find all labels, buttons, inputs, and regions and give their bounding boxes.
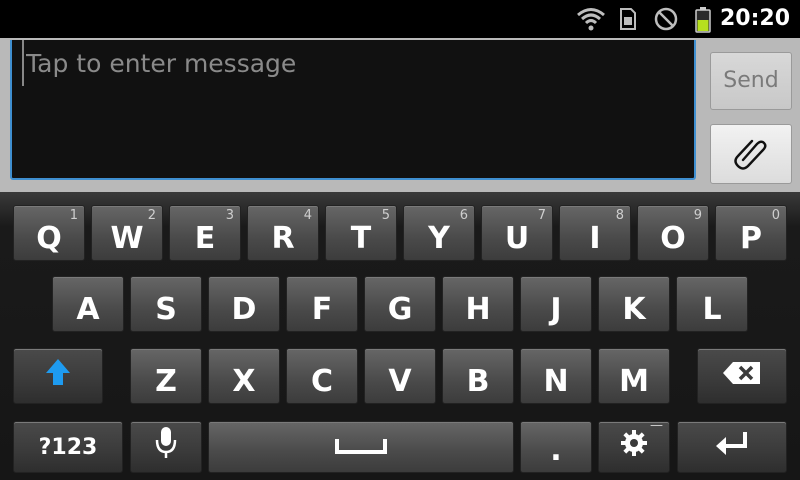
shift-arrow-icon	[44, 357, 72, 395]
key-label: C	[310, 364, 334, 399]
key-label: L	[702, 292, 722, 327]
key-label: X	[232, 364, 256, 399]
key-label: N	[543, 364, 569, 399]
key-i[interactable]: 8 I	[559, 205, 631, 261]
paperclip-icon	[733, 134, 769, 174]
key-b[interactable]: B	[442, 348, 514, 404]
key-o[interactable]: 9 O	[637, 205, 709, 261]
key-label: J	[550, 292, 562, 327]
clock: 20:20	[719, 6, 790, 31]
key-c[interactable]: C	[286, 348, 358, 404]
key-t[interactable]: 5 T	[325, 205, 397, 261]
backspace-icon	[721, 359, 763, 394]
key-d[interactable]: D	[208, 276, 280, 332]
key-label: H	[465, 292, 491, 327]
key-hint: 7	[537, 208, 546, 223]
key-label: Y	[428, 221, 450, 256]
key-label: T	[350, 221, 372, 256]
key-label: S	[155, 292, 177, 327]
key-e[interactable]: 3 E	[169, 205, 241, 261]
key-label: P	[740, 221, 762, 256]
key-l[interactable]: L	[676, 276, 748, 332]
period-key[interactable]: .	[520, 421, 592, 473]
sim-card-icon	[618, 6, 638, 36]
key-label: I	[589, 221, 601, 256]
key-m[interactable]: M	[598, 348, 670, 404]
shift-key[interactable]	[13, 348, 103, 404]
key-label: D	[231, 292, 257, 327]
key-hint: 0	[771, 208, 780, 223]
key-x[interactable]: X	[208, 348, 280, 404]
key-label: U	[504, 221, 530, 256]
key-label: .	[550, 433, 562, 468]
key-label: Q	[36, 221, 62, 256]
do-not-disturb-icon	[652, 6, 680, 38]
key-hint: 4	[303, 208, 312, 223]
key-label: A	[76, 292, 100, 327]
status-bar: 20:20	[0, 0, 800, 38]
key-hint: 2	[147, 208, 156, 223]
key-label: B	[466, 364, 490, 399]
key-r[interactable]: 4 R	[247, 205, 319, 261]
enter-key[interactable]	[677, 421, 787, 473]
enter-icon	[714, 429, 750, 465]
key-j[interactable]: J	[520, 276, 592, 332]
key-label: E	[194, 221, 216, 256]
wifi-icon	[576, 6, 606, 36]
key-label: M	[619, 364, 649, 399]
key-label: K	[622, 292, 646, 327]
battery-icon	[694, 6, 712, 38]
key-p[interactable]: 0 P	[715, 205, 787, 261]
key-label: O	[660, 221, 686, 256]
compose-bar: Send	[0, 38, 800, 192]
key-label: G	[387, 292, 413, 327]
key-hint: 3	[225, 208, 234, 223]
soft-keyboard: 1 Q 2 W 3 E 4 R 5 T 6 Y 7 U 8 I 9 O 0 P …	[0, 192, 800, 480]
key-hint: 5	[381, 208, 390, 223]
key-hint: 1	[69, 208, 78, 223]
space-icon	[334, 430, 388, 465]
key-hint: —	[650, 418, 663, 433]
key-k[interactable]: K	[598, 276, 670, 332]
message-field[interactable]	[10, 40, 696, 180]
key-v[interactable]: V	[364, 348, 436, 404]
key-s[interactable]: S	[130, 276, 202, 332]
settings-key[interactable]: —	[598, 418, 670, 473]
key-z[interactable]: Z	[130, 348, 202, 404]
key-a[interactable]: A	[52, 276, 124, 332]
key-label: R	[271, 221, 295, 256]
spacebar-key[interactable]	[208, 421, 514, 473]
key-label: V	[388, 364, 412, 399]
key-y[interactable]: 6 Y	[403, 205, 475, 261]
attach-button[interactable]	[710, 124, 792, 184]
message-input[interactable]	[22, 40, 688, 86]
key-w[interactable]: 2 W	[91, 205, 163, 261]
key-g[interactable]: G	[364, 276, 436, 332]
symbols-key[interactable]: ?123	[13, 421, 123, 473]
key-q[interactable]: 1 Q	[13, 205, 85, 261]
key-u[interactable]: 7 U	[481, 205, 553, 261]
key-hint: 6	[459, 208, 468, 223]
microphone-icon	[154, 425, 178, 469]
key-h[interactable]: H	[442, 276, 514, 332]
backspace-key[interactable]	[697, 348, 787, 404]
key-hint: 8	[615, 208, 624, 223]
key-hint: 9	[693, 208, 702, 223]
key-label: Z	[155, 364, 177, 399]
send-button[interactable]: Send	[710, 52, 792, 110]
key-label: W	[110, 221, 144, 256]
key-n[interactable]: N	[520, 348, 592, 404]
voice-input-key[interactable]	[130, 421, 202, 473]
key-f[interactable]: F	[286, 276, 358, 332]
gear-icon	[619, 428, 649, 466]
key-label: F	[311, 292, 333, 327]
key-label: ?123	[38, 434, 98, 460]
